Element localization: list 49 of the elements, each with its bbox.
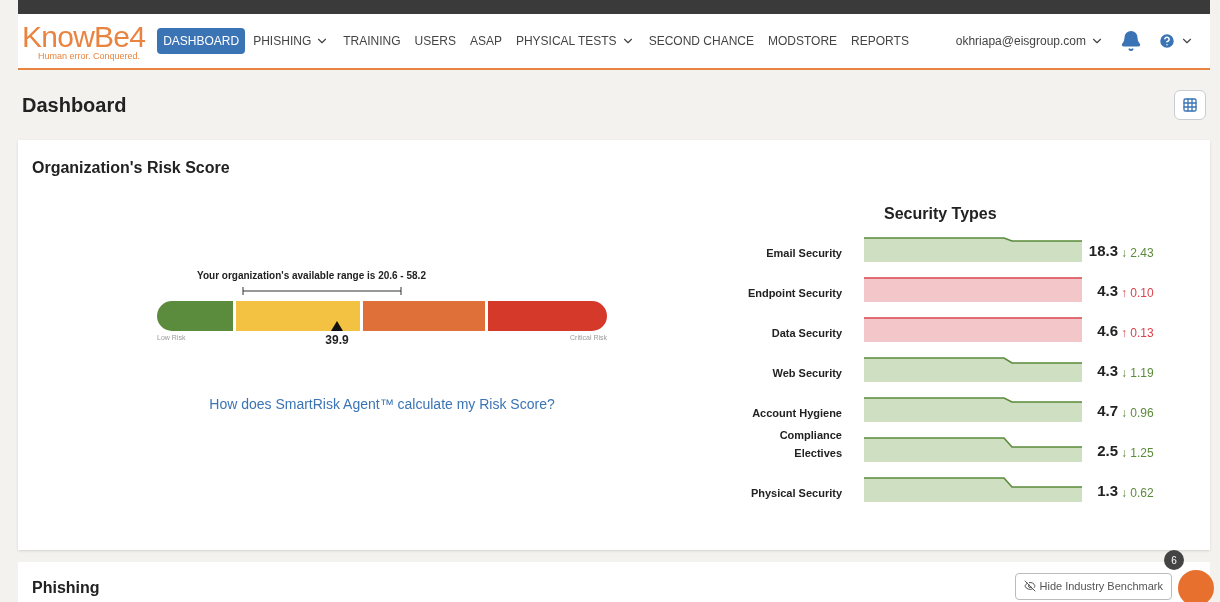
help-widget-button[interactable] [1178,570,1214,602]
hide-benchmark-button[interactable]: Hide Industry Benchmark [1014,573,1172,600]
nav-tab[interactable]: PHISHING [247,28,336,54]
nav-tab[interactable]: MODSTORE [762,28,844,54]
card-title: Organization's Risk Score [32,158,231,178]
trend-delta: ↓ 2.43 [1121,245,1154,262]
nav-tab[interactable]: REPORTS [845,28,915,54]
security-type-label: Physical Security [749,486,842,501]
notification-badge: 6 [1164,550,1184,570]
eye-off-icon [1023,580,1036,593]
security-type-label: Compliance Electives [778,428,842,461]
security-types-title: Security Types [884,204,998,224]
security-score: 4.3 [1096,280,1118,301]
range-bracket-icon [242,287,402,295]
logo-tagline: Human error. Conquered. [37,51,142,61]
risk-score-link[interactable]: How does SmartRisk Agent™ calculate my Risk Score? [209,393,555,415]
trend-delta: ↓ 1.25 [1121,445,1154,462]
nav-tab[interactable]: TRAINING [337,28,407,54]
security-type-label: Email Security [765,246,842,261]
nav-tab[interactable]: ASAP [463,28,508,54]
nav-tab[interactable]: USERS [408,28,462,54]
score-marker-icon [331,321,343,331]
user-menu[interactable]: okhriapa@eisgroup.com [955,32,1104,50]
help-icon[interactable] [1158,32,1176,50]
nav-tab[interactable]: PHYSICAL TESTS [509,28,641,54]
security-score: 1.3 [1096,480,1118,501]
trend-delta: ↓ 0.62 [1121,485,1154,502]
security-type-label: Endpoint Security [746,286,842,301]
security-score: 18.3 [1087,240,1118,261]
trend-delta: ↑ 0.13 [1121,325,1154,342]
nav-tab[interactable]: DASHBOARD [157,28,246,54]
trend-delta: ↓ 1.19 [1121,365,1154,382]
nav-tab[interactable]: SECOND CHANCE [642,28,760,54]
grid-view-button[interactable] [1174,90,1206,120]
security-score: 2.5 [1096,440,1118,461]
card-title: Phishing [32,578,100,598]
risk-score-value: 39.9 [325,332,349,349]
security-score: 4.3 [1096,360,1118,381]
range-text: Your organization's available range is 20.6 - 58.2 [197,269,427,283]
security-score: 4.6 [1096,320,1118,341]
page-title: Dashboard [22,93,127,118]
trend-delta: ↓ 0.96 [1121,405,1154,422]
security-type-label: Web Security [771,366,842,381]
security-type-label: Account Hygiene [751,406,842,421]
security-type-label: Data Security [770,326,842,341]
trend-delta: ↑ 0.10 [1121,285,1154,302]
bell-icon[interactable] [1120,30,1142,52]
security-score: 4.7 [1096,400,1118,421]
grid-icon [1182,97,1198,113]
